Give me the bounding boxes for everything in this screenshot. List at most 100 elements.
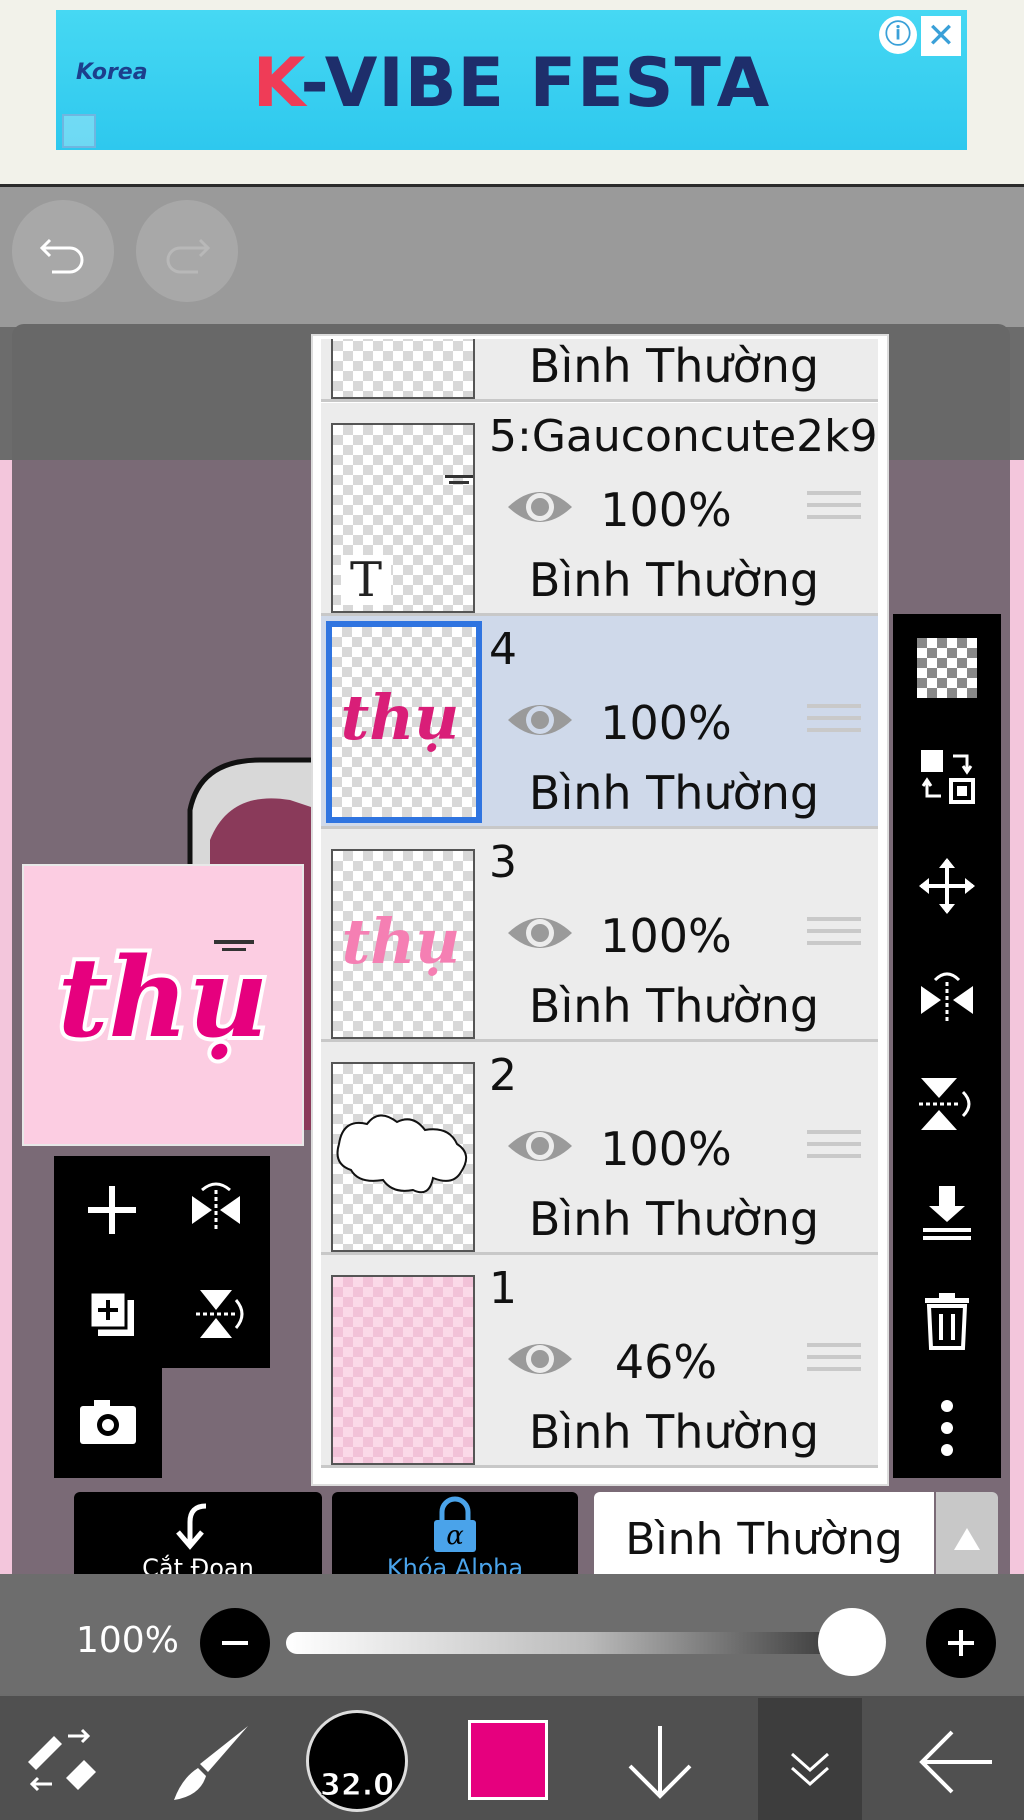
checkerboard-icon [917,638,977,698]
flip-vertical-layer-button[interactable] [893,1054,1001,1154]
layer-item-5[interactable]: T 5:Gauconcute2k9 100% Bình Thường [321,403,878,616]
eye-icon[interactable] [504,909,576,957]
merge-down-icon [923,1186,971,1240]
ad-close-icon[interactable]: ✕ [921,16,961,56]
layer-blend-mode[interactable]: Bình Thường [489,1405,859,1459]
copy-layer-icon [88,1290,134,1336]
ad-title-k: K [252,44,301,123]
layer-item-partial[interactable]: Bình Thường [321,339,878,402]
layer-blend-mode[interactable]: Bình Thường [489,1192,859,1246]
layer-name: 1 [489,1263,517,1314]
flip-horizontal-icon [921,972,973,1022]
minus-icon [222,1641,248,1645]
ad-info-icon[interactable]: ⓘ [879,16,917,54]
layer-thumbnail [331,1275,475,1465]
layer-blend-mode[interactable]: Bình Thường [489,339,859,393]
opacity-slider-track[interactable] [286,1632,886,1654]
flip-vertical-icon [919,1078,971,1130]
opacity-decrease-button[interactable] [200,1608,270,1678]
merge-down-button[interactable] [893,1162,1001,1262]
arrow-down-icon[interactable] [622,1722,698,1802]
cloud-art [336,1114,468,1194]
ad-play-icon[interactable] [62,114,96,148]
layers-panel[interactable]: Bình Thường T 5:Gauconcute2k9 100% Bình … [313,336,887,1484]
clipping-icon [176,1503,207,1550]
swap-layer-icon [921,750,975,804]
brush-size-button[interactable]: 32.0 [306,1710,408,1812]
layer-thumbnail: thụ [331,849,475,1039]
brush-size-value: 32.0 [319,1768,395,1804]
eye-icon[interactable] [504,696,576,744]
layer-name: 4 [489,624,517,675]
redo-icon [166,238,211,274]
layer-thumbnail: thụ [326,621,482,823]
add-layer-button[interactable] [62,1160,162,1260]
ad-title[interactable]: K-VIBE FESTA [56,44,967,123]
flip-vertical-icon [196,1290,244,1338]
layer-name: 5:Gauconcute2k9 [489,411,878,462]
undo-button[interactable] [12,200,114,302]
plus-icon [88,1186,136,1234]
ad-title-rest: -VIBE FESTA [300,44,771,123]
swap-layer-button[interactable] [893,726,1001,826]
svg-text:α: α [446,1521,464,1551]
layer-item-1[interactable]: 1 46% Bình Thường [321,1255,878,1468]
opacity-percent: 100% [76,1620,179,1661]
alpha-lock-icon: α [434,1496,476,1552]
thu-dark-art: thụ [341,681,460,754]
flip-vertical-button[interactable] [166,1264,266,1364]
preview-text: thụ [58,933,269,1062]
eye-icon[interactable] [504,1122,576,1170]
layer-item-2[interactable]: 2 100% Bình Thường [321,1042,878,1255]
camera-button[interactable] [58,1372,158,1472]
canvas-edge-right [1010,460,1024,1575]
more-vertical-icon [941,1400,953,1456]
camera-icon [80,1400,136,1444]
text-layer-icon: T [341,555,391,605]
layer-opacity[interactable]: 100% [591,909,741,963]
canvas-preview[interactable]: thụ [22,864,304,1146]
triangle-up-icon [954,1528,980,1550]
move-icon [919,858,975,914]
eye-icon[interactable] [504,483,576,531]
layer-opacity[interactable]: 46% [591,1335,741,1389]
layer-item-3[interactable]: thụ 3 100% Bình Thường [321,829,878,1042]
ad-banner[interactable]: Korea K-VIBE FESTA ⓘ ✕ [56,10,967,150]
flip-horizontal-button[interactable] [166,1160,266,1260]
svg-text:thụ: thụ [341,681,460,754]
layer-opacity[interactable]: 100% [591,1122,741,1176]
opacity-slider-handle[interactable] [818,1608,886,1676]
plus-icon [948,1630,974,1656]
layer-blend-mode[interactable]: Bình Thường [489,766,859,820]
chevron-double-down-icon[interactable] [782,1740,838,1796]
layer-blend-mode[interactable]: Bình Thường [489,553,859,607]
flip-horizontal-layer-button[interactable] [893,946,1001,1046]
thu-light-art: thụ [342,905,461,978]
drag-handle-icon[interactable] [807,491,861,531]
eye-icon[interactable] [504,1335,576,1383]
redo-button[interactable] [136,200,238,302]
layer-opacity[interactable]: 100% [591,696,741,750]
layer-thumbnail: T [331,423,475,613]
delete-layer-button[interactable] [893,1270,1001,1370]
back-arrow-icon[interactable] [916,1724,996,1800]
opacity-increase-button[interactable] [926,1608,996,1678]
more-options-button[interactable] [893,1378,1001,1478]
duplicate-layer-button[interactable] [62,1264,162,1364]
drag-handle-icon[interactable] [807,917,861,957]
canvas-edge-left [0,460,12,1575]
brush-icon[interactable] [168,1722,252,1806]
layer-name: 3 [489,837,517,888]
layer-thumbnail [331,339,475,399]
layer-item-4[interactable]: thụ 4 100% Bình Thường [321,616,878,829]
transparent-bg-button[interactable] [893,618,1001,718]
layer-tools [54,1156,270,1368]
brush-eraser-toggle-icon[interactable] [22,1722,102,1802]
color-swatch-button[interactable] [468,1720,548,1800]
move-button[interactable] [893,836,1001,936]
drag-handle-icon[interactable] [807,704,861,744]
layer-blend-mode[interactable]: Bình Thường [489,979,859,1033]
drag-handle-icon[interactable] [807,1130,861,1170]
layer-opacity[interactable]: 100% [591,483,741,537]
drag-handle-icon[interactable] [807,1343,861,1383]
